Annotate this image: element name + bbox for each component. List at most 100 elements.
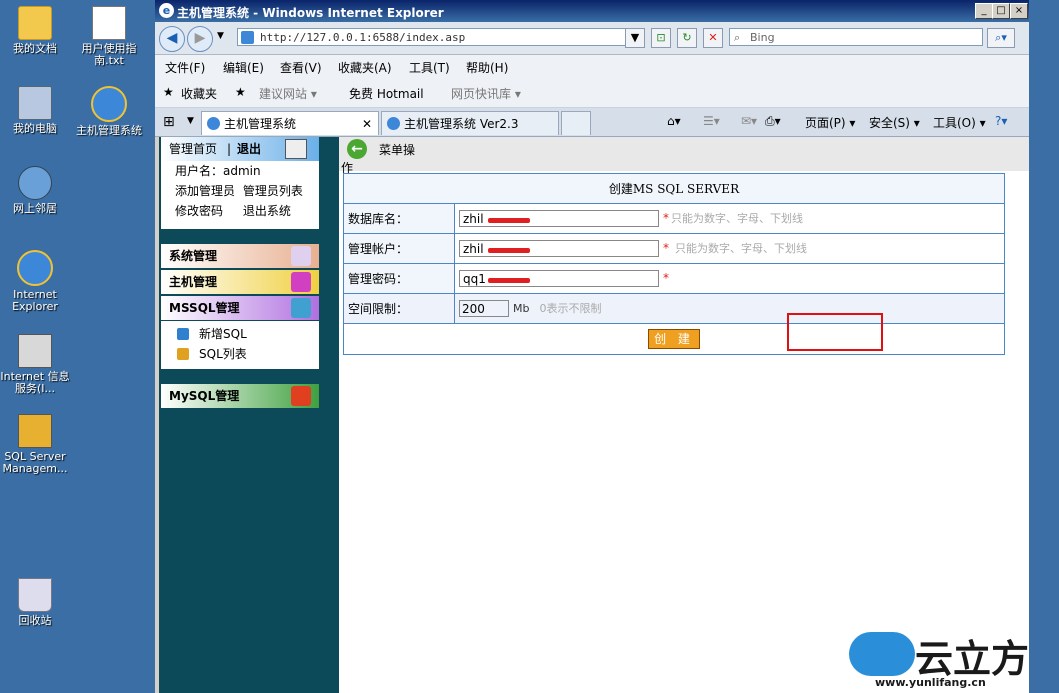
desktop-icon-network[interactable]: 网上邻居 — [0, 166, 74, 215]
nav-mssql-management[interactable]: MSSQL管理 — [161, 296, 319, 320]
desktop-icon-recycle-bin[interactable]: 回收站 — [0, 578, 74, 627]
redaction-scribble — [488, 218, 530, 223]
sql-list-link[interactable]: SQL列表 — [161, 344, 319, 364]
change-password-link[interactable]: 修改密码 — [175, 204, 223, 218]
admin-password-cell: qq1 * — [454, 263, 1005, 294]
menu-edit[interactable]: 编辑(E) — [223, 59, 264, 76]
space-limit-label: 空间限制： — [343, 293, 455, 324]
db-name-cell: zhil * 只能为数字、字母、下划线 — [454, 203, 1005, 234]
space-limit-input[interactable]: 200 — [459, 300, 509, 317]
mail-icon[interactable]: ✉▾ — [741, 114, 757, 128]
internet-explorer-icon — [17, 250, 53, 286]
admin-password-input[interactable]: qq1 — [459, 270, 659, 287]
admin-list-link[interactable]: 管理员列表 — [243, 184, 303, 198]
desktop-icon-ie[interactable]: Internet Explorer — [0, 250, 74, 313]
new-tab-button[interactable] — [561, 111, 591, 135]
admin-links-row-1: 添加管理员 管理员列表 — [161, 181, 319, 201]
address-input[interactable]: http://127.0.0.1:6588/index.asp — [237, 28, 641, 46]
back-button[interactable]: ◀ — [159, 26, 185, 52]
new-sql-link[interactable]: 新增SQL — [161, 324, 319, 344]
menu-bar: 文件(F) 编辑(E) 查看(V) 收藏夹(A) 工具(T) 帮助(H) — [155, 55, 1029, 77]
admin-account-cell: zhil * 只能为数字、字母、下划线 — [454, 233, 1005, 264]
title-bar: e 主机管理系统 - Windows Internet Explorer _ □… — [155, 0, 1029, 22]
safety-menu[interactable]: 安全(S) ▾ — [869, 114, 920, 131]
suggested-sites-link[interactable]: 建议网站 ▾ — [259, 85, 317, 102]
history-dropdown-icon[interactable]: ▼ — [217, 31, 224, 41]
window-title: 主机管理系统 - Windows Internet Explorer — [177, 6, 444, 20]
hotmail-link[interactable]: 免费 Hotmail — [349, 85, 424, 102]
create-button[interactable]: 创 建 — [648, 329, 700, 349]
help-icon[interactable]: ?▾ — [995, 114, 1007, 128]
desktop-icon-user-guide[interactable]: 用户使用指南.txt — [70, 6, 148, 67]
database-network-icon — [291, 298, 311, 318]
close-button[interactable]: × — [1010, 3, 1028, 19]
menu-tools[interactable]: 工具(T) — [409, 59, 450, 76]
add-admin-link[interactable]: 添加管理员 — [175, 184, 235, 198]
desktop-icon-sql-server[interactable]: SQL Server Managem... — [0, 414, 74, 475]
nav-mysql-management[interactable]: MySQL管理 — [161, 384, 319, 408]
desktop-icon-host-manager[interactable]: 主机管理系统 — [70, 86, 148, 137]
search-button[interactable]: ⌕▾ — [987, 28, 1015, 48]
iis-icon — [18, 334, 52, 368]
space-limit-cell: 200 Mb 0表示不限制 — [454, 293, 1005, 324]
logout-link[interactable]: 退出 — [237, 137, 261, 161]
close-tab-icon[interactable]: ✕ — [362, 112, 372, 136]
account-panel-header: 管理首页 | 退出 — [161, 137, 319, 161]
favorites-bar: ★ 收藏夹 ★ 建议网站 ▾ 免费 Hotmail 网页快讯库 ▾ — [155, 77, 1029, 108]
desktop-icon-my-computer[interactable]: 我的电脑 — [0, 86, 74, 135]
tab-list-icon[interactable]: ▼ — [187, 116, 194, 126]
tools-menu[interactable]: 工具(O) ▾ — [933, 114, 986, 131]
admin-account-input[interactable]: zhil — [459, 240, 659, 257]
db-name-input[interactable]: zhil — [459, 210, 659, 227]
chart-icon — [291, 386, 311, 406]
space-limit-hint: 0表示不限制 — [539, 302, 602, 315]
home-link[interactable]: 管理首页 — [169, 137, 217, 161]
refresh-button[interactable]: ↻ — [677, 28, 697, 48]
favorites-button[interactable]: 收藏夹 — [181, 85, 217, 102]
stop-button[interactable]: ✕ — [703, 28, 723, 48]
page-icon — [241, 31, 254, 44]
home-icon[interactable]: ⌂▾ — [667, 114, 681, 128]
desktop-icon-iis[interactable]: Internet 信息服务(I... — [0, 334, 74, 395]
db-name-label: 数据库名： — [343, 203, 455, 234]
print-icon[interactable]: ⎙▾ — [765, 114, 781, 129]
arrow-left-icon[interactable]: ← — [347, 139, 367, 159]
watermark: 云立方 www.yunlifang.cn — [849, 628, 1045, 689]
feeds-icon[interactable]: ☰▾ — [703, 114, 720, 128]
menu-favorites[interactable]: 收藏夹(A) — [338, 59, 392, 76]
nav-system-management[interactable]: 系统管理 — [161, 244, 319, 268]
cube-icon — [291, 272, 311, 292]
sql-server-icon — [18, 414, 52, 448]
page-content: 管理首页 | 退出 用户名：admin 添加管理员 管理员列表 修改密码 退出系… — [159, 137, 1029, 693]
create-mssql-form: 创建MS SQL SERVER 数据库名： zhil * 只能为数字、字母、下划线 … — [343, 173, 1005, 355]
panel-badge-icon — [285, 139, 307, 159]
add-favorite-icon[interactable]: ★ — [235, 85, 246, 99]
maximize-button[interactable]: □ — [992, 3, 1010, 19]
compat-view-icon[interactable]: ⊡ — [651, 28, 671, 48]
address-dropdown-button[interactable]: ▼ — [625, 28, 645, 48]
username-label: 用户名：admin — [175, 164, 261, 178]
account-panel: 管理首页 | 退出 用户名：admin 添加管理员 管理员列表 修改密码 退出系… — [161, 137, 319, 229]
web-slice-gallery-link[interactable]: 网页快讯库 ▾ — [451, 85, 521, 102]
recycle-bin-icon — [18, 578, 52, 612]
forward-button[interactable]: ▶ — [187, 26, 213, 52]
form-title: 创建MS SQL SERVER — [343, 173, 1005, 204]
menu-operation-label: 菜单操 — [379, 143, 416, 157]
favorites-star-icon: ★ — [163, 85, 174, 99]
menu-file[interactable]: 文件(F) — [165, 59, 205, 76]
quick-tabs-icon[interactable]: ⊞ — [163, 114, 175, 130]
network-icon — [18, 166, 52, 200]
minimize-button[interactable]: _ — [975, 3, 993, 19]
nav-host-management[interactable]: 主机管理 — [161, 270, 319, 294]
db-name-hint: 只能为数字、字母、下划线 — [671, 212, 803, 225]
tab-host-manager[interactable]: 主机管理系统 ✕ — [201, 111, 379, 135]
menu-view[interactable]: 查看(V) — [280, 59, 322, 76]
page-menu[interactable]: 页面(P) ▾ — [805, 114, 855, 131]
text-file-icon — [92, 6, 126, 40]
exit-system-link[interactable]: 退出系统 — [243, 204, 291, 218]
search-input[interactable]: ⌕ Bing — [729, 28, 983, 46]
desktop-icon-my-documents[interactable]: 我的文档 — [0, 6, 74, 55]
highlight-box — [787, 313, 883, 351]
menu-help[interactable]: 帮助(H) — [466, 59, 508, 76]
tab-host-manager-ver23[interactable]: 主机管理系统 Ver2.3 — [381, 111, 559, 135]
